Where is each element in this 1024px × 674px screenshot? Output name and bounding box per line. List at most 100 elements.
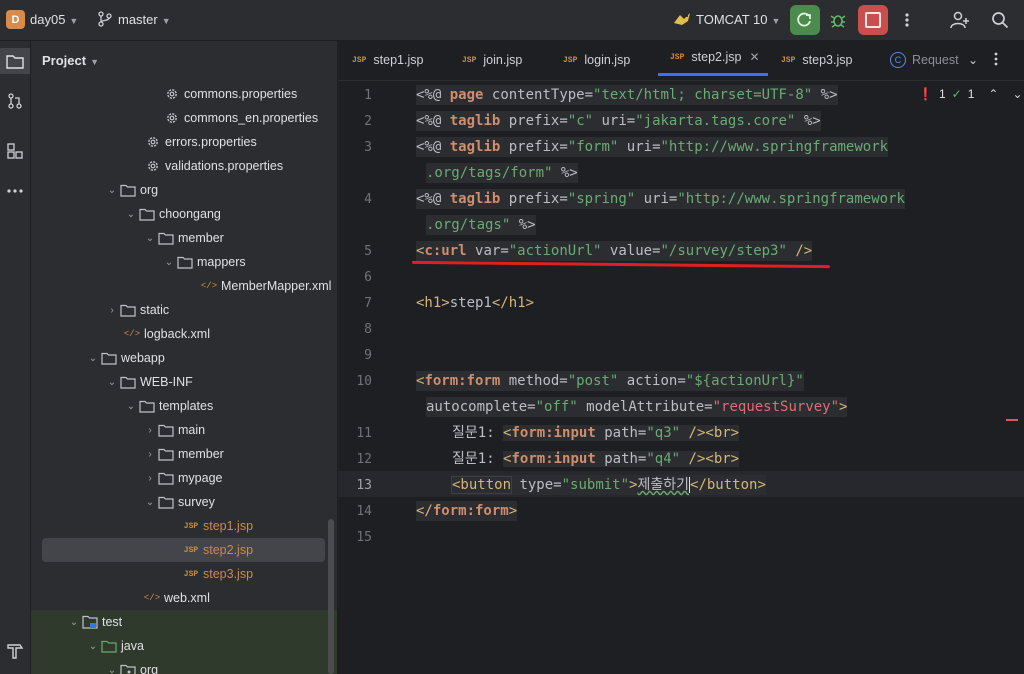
tab-join[interactable]: JSP join.jsp (462, 41, 522, 79)
warning-count: 1 (967, 87, 975, 101)
tree-item[interactable]: commons.properties (31, 82, 337, 106)
chevron-down-icon[interactable]: ⌄ (105, 185, 119, 196)
code-line[interactable]: <%@ page contentType="text/html; charset… (416, 85, 838, 105)
project-selector[interactable]: day05 ▼ (30, 12, 78, 27)
folder-icon (157, 446, 175, 462)
run-config-selector[interactable]: TOMCAT 10 ▼ (696, 12, 780, 27)
tab-step3[interactable]: JSP step3.jsp (781, 41, 852, 79)
tree-folder[interactable]: › member (31, 442, 337, 466)
line-number: 13 (356, 478, 372, 493)
tree-item-selected[interactable]: JSP step2.jsp (42, 538, 325, 562)
chevron-down-icon[interactable]: ⌄ (105, 665, 119, 674)
project-badge[interactable]: D (6, 10, 25, 29)
chevron-down-icon[interactable]: ⌄ (143, 233, 157, 244)
tab-login[interactable]: JSP login.jsp (563, 41, 630, 79)
pull-requests-tool-button[interactable] (0, 88, 30, 114)
chevron-down-icon[interactable]: ⌄ (162, 257, 176, 268)
tree-folder[interactable]: ⌄ choongang (31, 202, 337, 226)
tree-item[interactable]: </> web.xml (31, 586, 337, 610)
tree-folder[interactable]: ⌄ test (31, 610, 337, 634)
close-icon[interactable]: ✕ (749, 50, 759, 64)
tree-folder[interactable]: ⌄ WEB-INF (31, 370, 337, 394)
error-marker[interactable] (1006, 419, 1018, 421)
inspections-widget[interactable]: ❗ 1 ✓ 1 ⌃ ⌄ (918, 87, 1023, 101)
chevron-down-icon[interactable]: ⌄ (124, 401, 138, 412)
more-actions-button[interactable] (898, 8, 916, 32)
branch-selector[interactable]: master ▼ (118, 12, 171, 27)
tabs-dropdown-button[interactable]: ⌄ (968, 52, 978, 67)
tree-folder[interactable]: ⌄ org (31, 178, 337, 202)
project-tool-button[interactable] (0, 48, 30, 74)
chevron-right-icon[interactable]: › (143, 449, 157, 460)
code-line[interactable]: <%@ taglib prefix="c" uri="jakarta.tags.… (416, 111, 821, 131)
code-line[interactable]: <button type="submit">제출하기</button> (450, 475, 766, 495)
tree-folder[interactable]: ⌄ org (31, 658, 337, 674)
stop-button[interactable] (858, 5, 888, 35)
gear-icon (144, 158, 162, 174)
line-number: 12 (356, 452, 372, 467)
xml-file-icon: </> (200, 281, 218, 291)
panel-header[interactable]: Project ▼ (42, 53, 99, 68)
tree-folder[interactable]: ⌄ mappers (31, 250, 337, 274)
chevron-up-icon[interactable]: ⌃ (988, 87, 998, 101)
tree-folder[interactable]: ⌄ java (31, 634, 337, 658)
annotation-underline (411, 260, 831, 269)
tree-folder[interactable]: › main (31, 418, 337, 442)
tree-item[interactable]: JSP step1.jsp (31, 514, 337, 538)
chevron-down-icon[interactable]: ⌄ (105, 377, 119, 388)
line-number: 4 (364, 192, 372, 207)
more-tools-button[interactable] (0, 178, 30, 204)
code-line[interactable]: 질문1: <form:input path="q3" /><br> (452, 423, 740, 443)
code-line[interactable]: <h1>step1</h1> (416, 293, 534, 313)
tree-folder[interactable]: ⌄ member (31, 226, 337, 250)
error-count: 1 (938, 87, 946, 101)
tree-item-label: commons.properties (184, 87, 298, 101)
code-line[interactable]: </form:form> (416, 501, 518, 521)
tree-folder[interactable]: ⌄ templates (31, 394, 337, 418)
chevron-right-icon[interactable]: › (143, 425, 157, 436)
package-icon (119, 662, 137, 674)
build-tool-button[interactable] (0, 637, 30, 663)
tree-folder[interactable]: › mypage (31, 466, 337, 490)
git-branch-icon[interactable] (97, 11, 113, 30)
search-button[interactable] (988, 8, 1012, 32)
tree-item[interactable]: </> logback.xml (31, 322, 337, 346)
tree-item[interactable]: validations.properties (31, 154, 337, 178)
code-line[interactable]: 질문1: <form:input path="q4" /><br> (452, 449, 740, 469)
chevron-down-icon[interactable]: ⌄ (86, 353, 100, 364)
tree-item[interactable]: commons_en.properties (31, 106, 337, 130)
code-line[interactable]: <%@ taglib prefix="form" uri="http://www… (416, 137, 889, 157)
tree-folder[interactable]: ⌄ webapp (31, 346, 337, 370)
chevron-right-icon[interactable]: › (105, 305, 119, 316)
code-line[interactable]: <%@ taglib prefix="spring" uri="http://w… (416, 189, 905, 209)
structure-tool-button[interactable] (0, 138, 30, 164)
tab-step2[interactable]: JSP step2.jsp ✕ (658, 41, 768, 76)
chevron-down-icon[interactable]: ⌄ (1012, 87, 1022, 101)
chevron-right-icon[interactable]: › (143, 473, 157, 484)
panel-scrollbar[interactable] (328, 519, 334, 674)
tree-item[interactable]: </> MemberMapper.xml (31, 274, 337, 298)
code-line-wrap[interactable]: .org/tags/form" %> (426, 163, 578, 183)
tree-item[interactable]: errors.properties (31, 130, 337, 154)
tree-folder[interactable]: ⌄ survey (31, 490, 337, 514)
folder-icon (138, 206, 156, 222)
tab-step1[interactable]: JSP step1.jsp (352, 41, 423, 79)
xml-file-icon: </> (143, 593, 161, 603)
chevron-down-icon[interactable]: ⌄ (143, 497, 157, 508)
chevron-down-icon[interactable]: ⌄ (86, 641, 100, 652)
branch-name: master (118, 12, 158, 27)
tree-folder[interactable]: › static (31, 298, 337, 322)
add-user-button[interactable] (948, 8, 972, 32)
tool-window-strip (0, 41, 31, 674)
code-line[interactable]: <form:form method="post" action="${actio… (416, 371, 804, 391)
tab-request[interactable]: C Request (890, 41, 959, 79)
code-line[interactable]: <c:url var="actionUrl" value="/survey/st… (416, 241, 813, 261)
chevron-down-icon[interactable]: ⌄ (124, 209, 138, 220)
code-line-wrap[interactable]: .org/tags" %> (426, 215, 536, 235)
rerun-button[interactable] (790, 5, 820, 35)
debug-button[interactable] (826, 8, 850, 32)
tree-item[interactable]: JSP step3.jsp (31, 562, 337, 586)
tabs-menu-button[interactable] (994, 52, 998, 69)
chevron-down-icon[interactable]: ⌄ (67, 617, 81, 628)
code-line-wrap[interactable]: autocomplete="off" modelAttribute="reque… (426, 397, 848, 417)
